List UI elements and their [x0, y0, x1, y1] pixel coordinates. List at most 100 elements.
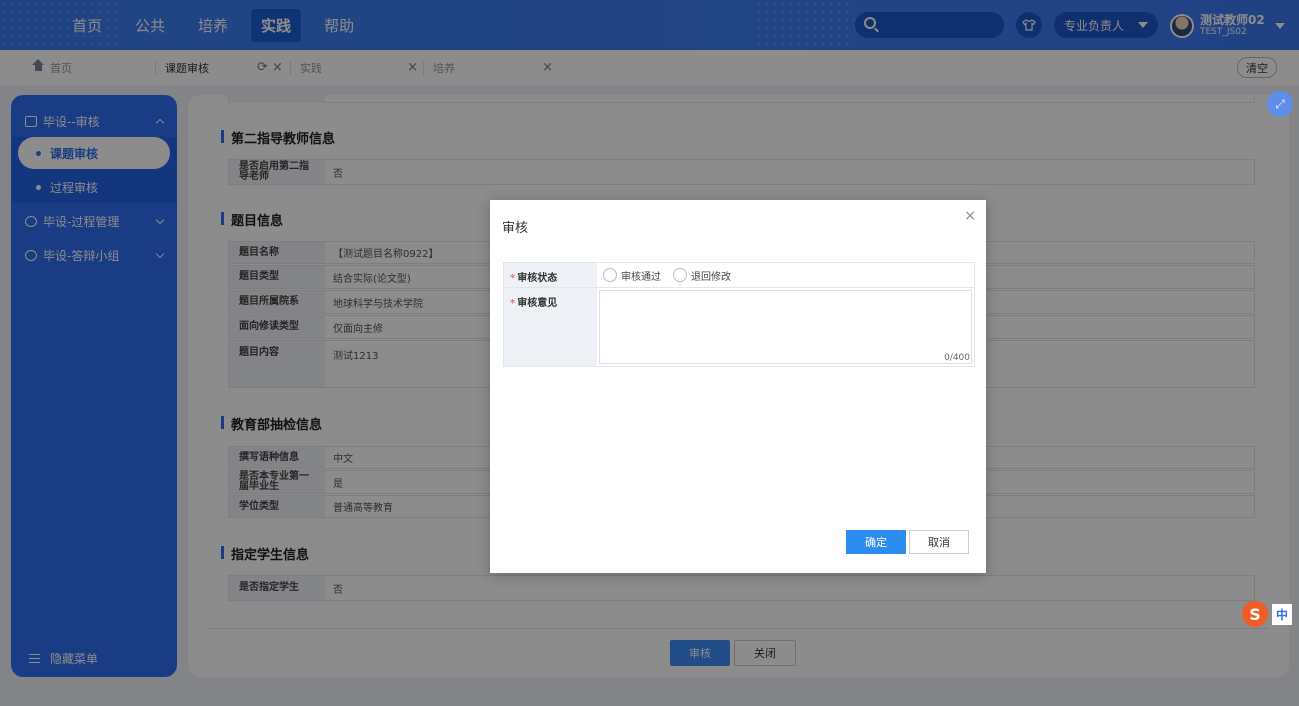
- divider: [208, 628, 1269, 629]
- form-row: 是否启用第二指导老师 否: [228, 159, 1255, 185]
- hide-menu-label: 隐藏菜单: [50, 652, 99, 666]
- caret-down-icon: [1274, 23, 1285, 29]
- search-input[interactable]: [855, 12, 1004, 38]
- chevron-down-icon: [155, 215, 165, 225]
- sidebar-group-label: 毕设-过程管理: [43, 214, 120, 229]
- sidebar-item-process-review[interactable]: 过程审核: [18, 171, 170, 203]
- dialog-title: 审核: [502, 221, 529, 236]
- section-title: 题目信息: [221, 210, 283, 229]
- tab-training[interactable]: 培养 ×: [433, 50, 553, 85]
- sidebar-item-topic-review[interactable]: 课题审核: [18, 137, 170, 169]
- tab-divider: [423, 61, 424, 75]
- main-nav: 首页 公共 培养 实践 帮助: [62, 0, 377, 50]
- role-label: 专业负责人: [1064, 18, 1125, 33]
- field-label: * 审核意见: [504, 288, 597, 366]
- hide-menu-button[interactable]: 隐藏菜单: [29, 650, 98, 667]
- theme-shirt-icon[interactable]: [1016, 12, 1042, 38]
- nav-training[interactable]: 培养: [188, 9, 238, 42]
- section-title: 第二指导教师信息: [221, 128, 335, 147]
- ime-indicator[interactable]: S 中: [1242, 601, 1293, 627]
- tab-label: 培养: [433, 61, 455, 75]
- field-label: 题目类型: [229, 266, 325, 288]
- section-title: 教育部抽检信息: [221, 414, 322, 433]
- field-label: [229, 95, 325, 103]
- field-label: 是否启用第二指导老师: [229, 160, 325, 184]
- radio-pass[interactable]: [603, 268, 617, 282]
- field-label: 是否指定学生: [229, 576, 325, 600]
- avatar: [1170, 14, 1194, 38]
- chevron-up-icon: [155, 118, 165, 128]
- tab-home[interactable]: 首页: [32, 50, 72, 85]
- radio-pass-label[interactable]: 审核通过: [621, 268, 661, 283]
- sidebar-group-process[interactable]: 毕设-过程管理: [11, 205, 177, 237]
- review-button[interactable]: 审核: [670, 640, 730, 666]
- fullscreen-icon[interactable]: ⤢: [1267, 91, 1293, 117]
- sidebar-group-label: 毕设--审核: [43, 114, 100, 129]
- home-icon: [32, 58, 44, 73]
- decor-dots: [755, 0, 855, 50]
- status-options: 审核通过 退回修改: [597, 263, 974, 287]
- cancel-button[interactable]: 取消: [909, 530, 969, 554]
- required-mark: *: [510, 273, 516, 284]
- sidebar-item-label: 过程审核: [50, 180, 99, 195]
- sidebar-group-defense[interactable]: 毕设-答辩小组: [11, 239, 177, 271]
- tab-divider: [290, 61, 291, 75]
- tab-topic-review[interactable]: 课题审核 ⟳ ×: [165, 50, 285, 85]
- opinion-textarea[interactable]: [599, 290, 972, 364]
- user-code: TEST_JS02: [1200, 27, 1247, 37]
- form-row-partial: [228, 95, 1255, 103]
- char-counter: 0/400: [944, 353, 970, 363]
- field-label: * 审核状态: [504, 263, 597, 287]
- opinion-field-wrap: 0/400: [597, 288, 974, 366]
- radio-return[interactable]: [673, 268, 687, 282]
- radio-return-label[interactable]: 退回修改: [691, 268, 731, 283]
- nav-practice[interactable]: 实践: [251, 8, 302, 42]
- close-button[interactable]: 关闭: [734, 640, 796, 666]
- field-label: 题目所属院系: [229, 291, 325, 313]
- close-icon[interactable]: ×: [407, 60, 418, 75]
- nav-help[interactable]: 帮助: [314, 9, 364, 42]
- shirt-icon: [1022, 19, 1036, 31]
- tab-label: 实践: [300, 61, 322, 75]
- user-info: 测试教师02 TEST_JS02: [1200, 14, 1265, 38]
- nav-public[interactable]: 公共: [125, 9, 175, 42]
- field-label: 题目名称: [229, 242, 325, 263]
- form-row-status: * 审核状态 审核通过 退回修改: [503, 262, 975, 288]
- field-label: 撰写语种信息: [229, 447, 325, 468]
- page-tabs-bar: 首页 课题审核 ⟳ × 实践 × 培养 ×: [0, 50, 1299, 85]
- form-row: 是否指定学生 否: [228, 575, 1255, 601]
- sidebar-group-label: 毕设-答辩小组: [43, 248, 120, 263]
- field-value: [325, 95, 1254, 103]
- field-label: 学位类型: [229, 496, 325, 517]
- field-label: 面向修读类型: [229, 316, 325, 338]
- user-name: 测试教师02: [1200, 13, 1265, 27]
- close-icon[interactable]: ×: [272, 60, 283, 75]
- sidebar: 毕设--审核 课题审核 过程审核 毕设-过程管理 毕设-答辩小组 隐藏菜单: [11, 95, 177, 677]
- submenu: 课题审核 过程审核: [11, 137, 177, 203]
- review-dialog: 审核 × * 审核状态 审核通过 退回修改 * 审核意见 0/400 确定 取消: [490, 200, 986, 573]
- sogou-icon: S: [1242, 601, 1268, 627]
- confirm-button[interactable]: 确定: [846, 530, 906, 554]
- role-select[interactable]: 专业负责人: [1054, 12, 1158, 38]
- form-row-opinion: * 审核意见 0/400: [503, 287, 975, 367]
- status-label: 审核状态: [517, 273, 558, 284]
- tab-divider: [155, 61, 156, 75]
- sidebar-group-review[interactable]: 毕设--审核: [11, 105, 177, 137]
- chevron-down-icon: [155, 249, 165, 259]
- group-icon: [25, 115, 37, 127]
- close-icon[interactable]: ×: [964, 208, 976, 224]
- caret-down-icon: [1138, 22, 1148, 28]
- user-group-icon: [25, 215, 37, 227]
- field-label: 题目内容: [229, 341, 325, 387]
- tab-practice[interactable]: 实践 ×: [300, 50, 418, 85]
- sidebar-item-label: 课题审核: [50, 146, 99, 161]
- field-label: 是否本专业第一届毕业生: [229, 471, 325, 493]
- menu-icon: [29, 654, 40, 663]
- user-menu[interactable]: 测试教师02 TEST_JS02: [1170, 12, 1285, 40]
- tab-label: 首页: [50, 61, 72, 75]
- nav-home[interactable]: 首页: [62, 9, 112, 42]
- close-icon[interactable]: ×: [542, 60, 553, 75]
- refresh-icon[interactable]: ⟳: [257, 60, 268, 75]
- clear-tabs-button[interactable]: 清空: [1237, 57, 1277, 78]
- section-title: 指定学生信息: [221, 544, 309, 563]
